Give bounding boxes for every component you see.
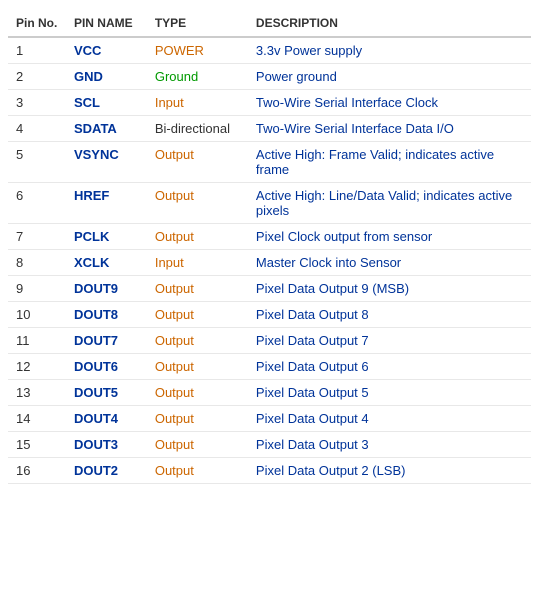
cell-pin-name: DOUT3 [66, 432, 147, 458]
cell-pin-type: Output [147, 458, 248, 484]
cell-pin-name: DOUT5 [66, 380, 147, 406]
cell-pin-description: Pixel Data Output 3 [248, 432, 531, 458]
table-row: 2GNDGroundPower ground [8, 64, 531, 90]
cell-pin-no: 6 [8, 183, 66, 224]
cell-pin-name: SDATA [66, 116, 147, 142]
table-row: 16DOUT2OutputPixel Data Output 2 (LSB) [8, 458, 531, 484]
cell-pin-name: VCC [66, 37, 147, 64]
table-row: 13DOUT5OutputPixel Data Output 5 [8, 380, 531, 406]
cell-pin-no: 16 [8, 458, 66, 484]
cell-pin-type: Output [147, 302, 248, 328]
cell-pin-no: 2 [8, 64, 66, 90]
cell-pin-description: Active High: Line/Data Valid; indicates … [248, 183, 531, 224]
table-row: 9DOUT9OutputPixel Data Output 9 (MSB) [8, 276, 531, 302]
cell-pin-no: 1 [8, 37, 66, 64]
cell-pin-no: 4 [8, 116, 66, 142]
cell-pin-no: 10 [8, 302, 66, 328]
cell-pin-name: DOUT7 [66, 328, 147, 354]
cell-pin-type: Output [147, 183, 248, 224]
cell-pin-no: 12 [8, 354, 66, 380]
cell-pin-description: Pixel Data Output 8 [248, 302, 531, 328]
cell-pin-type: Input [147, 90, 248, 116]
cell-pin-name: PCLK [66, 224, 147, 250]
col-header-pinno: Pin No. [8, 10, 66, 37]
table-row: 15DOUT3OutputPixel Data Output 3 [8, 432, 531, 458]
cell-pin-type: Output [147, 276, 248, 302]
table-row: 11DOUT7OutputPixel Data Output 7 [8, 328, 531, 354]
col-header-type: TYPE [147, 10, 248, 37]
cell-pin-type: POWER [147, 37, 248, 64]
cell-pin-description: Pixel Data Output 2 (LSB) [248, 458, 531, 484]
table-row: 1VCCPOWER3.3v Power supply [8, 37, 531, 64]
table-header-row: Pin No. PIN NAME TYPE DESCRIPTION [8, 10, 531, 37]
cell-pin-description: Pixel Data Output 7 [248, 328, 531, 354]
table-row: 10DOUT8OutputPixel Data Output 8 [8, 302, 531, 328]
cell-pin-name: SCL [66, 90, 147, 116]
cell-pin-name: XCLK [66, 250, 147, 276]
table-row: 12DOUT6OutputPixel Data Output 6 [8, 354, 531, 380]
col-header-desc: DESCRIPTION [248, 10, 531, 37]
cell-pin-description: Power ground [248, 64, 531, 90]
cell-pin-description: Pixel Clock output from sensor [248, 224, 531, 250]
pin-table: Pin No. PIN NAME TYPE DESCRIPTION 1VCCPO… [8, 10, 531, 484]
cell-pin-type: Output [147, 142, 248, 183]
cell-pin-description: Pixel Data Output 9 (MSB) [248, 276, 531, 302]
table-row: 8XCLKInputMaster Clock into Sensor [8, 250, 531, 276]
cell-pin-type: Bi-directional [147, 116, 248, 142]
cell-pin-name: HREF [66, 183, 147, 224]
table-row: 4SDATABi-directionalTwo-Wire Serial Inte… [8, 116, 531, 142]
table-row: 5VSYNCOutputActive High: Frame Valid; in… [8, 142, 531, 183]
pin-table-container: Pin No. PIN NAME TYPE DESCRIPTION 1VCCPO… [0, 0, 539, 494]
cell-pin-description: Pixel Data Output 6 [248, 354, 531, 380]
cell-pin-no: 11 [8, 328, 66, 354]
cell-pin-no: 9 [8, 276, 66, 302]
cell-pin-name: DOUT2 [66, 458, 147, 484]
cell-pin-type: Output [147, 432, 248, 458]
cell-pin-no: 13 [8, 380, 66, 406]
cell-pin-name: DOUT6 [66, 354, 147, 380]
cell-pin-description: Pixel Data Output 5 [248, 380, 531, 406]
cell-pin-no: 3 [8, 90, 66, 116]
cell-pin-description: 3.3v Power supply [248, 37, 531, 64]
cell-pin-description: Master Clock into Sensor [248, 250, 531, 276]
cell-pin-description: Two-Wire Serial Interface Clock [248, 90, 531, 116]
cell-pin-no: 14 [8, 406, 66, 432]
cell-pin-type: Output [147, 380, 248, 406]
table-row: 7PCLKOutputPixel Clock output from senso… [8, 224, 531, 250]
cell-pin-type: Output [147, 328, 248, 354]
cell-pin-name: VSYNC [66, 142, 147, 183]
cell-pin-name: DOUT8 [66, 302, 147, 328]
cell-pin-name: DOUT9 [66, 276, 147, 302]
cell-pin-type: Output [147, 354, 248, 380]
cell-pin-description: Two-Wire Serial Interface Data I/O [248, 116, 531, 142]
col-header-pinname: PIN NAME [66, 10, 147, 37]
cell-pin-no: 8 [8, 250, 66, 276]
cell-pin-description: Pixel Data Output 4 [248, 406, 531, 432]
cell-pin-no: 7 [8, 224, 66, 250]
cell-pin-name: DOUT4 [66, 406, 147, 432]
cell-pin-name: GND [66, 64, 147, 90]
cell-pin-type: Input [147, 250, 248, 276]
cell-pin-type: Output [147, 406, 248, 432]
cell-pin-no: 5 [8, 142, 66, 183]
cell-pin-no: 15 [8, 432, 66, 458]
cell-pin-description: Active High: Frame Valid; indicates acti… [248, 142, 531, 183]
table-row: 14DOUT4OutputPixel Data Output 4 [8, 406, 531, 432]
table-row: 6HREFOutputActive High: Line/Data Valid;… [8, 183, 531, 224]
table-row: 3SCLInputTwo-Wire Serial Interface Clock [8, 90, 531, 116]
cell-pin-type: Ground [147, 64, 248, 90]
cell-pin-type: Output [147, 224, 248, 250]
